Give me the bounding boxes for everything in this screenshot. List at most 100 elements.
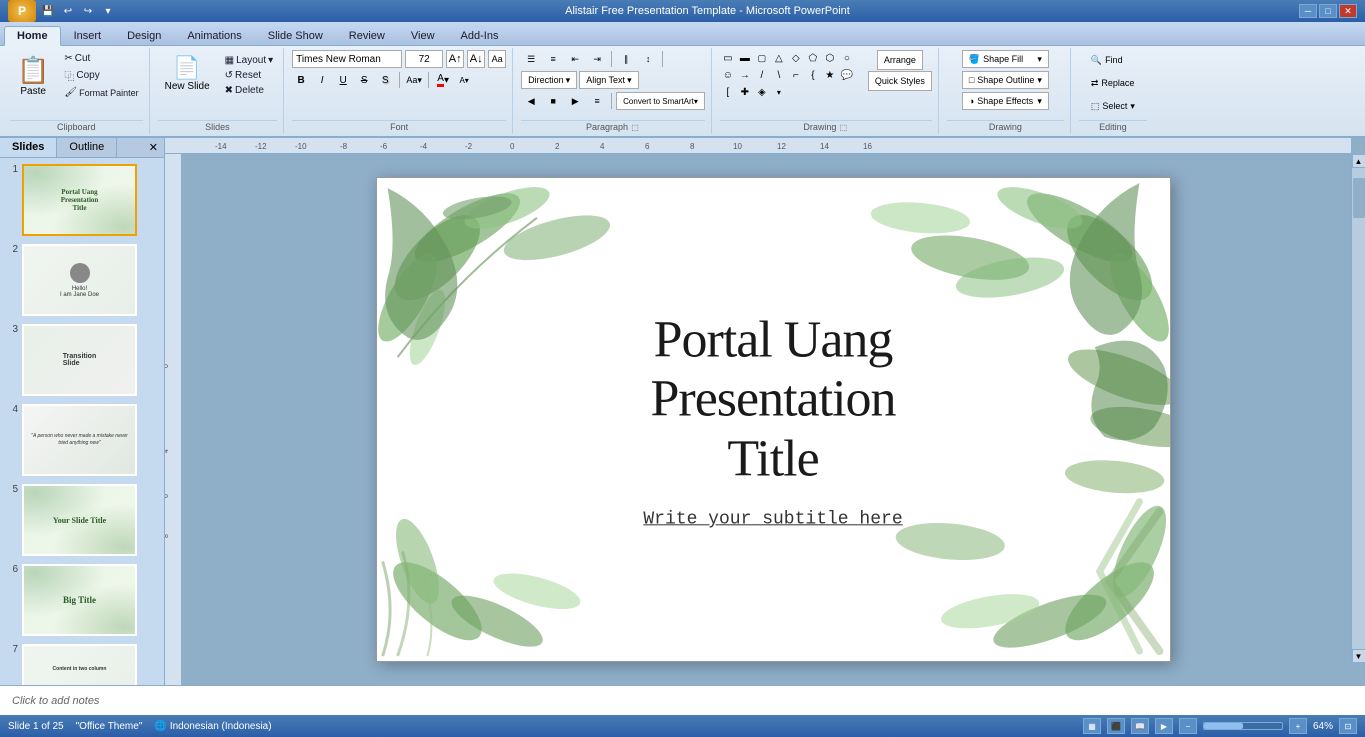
tab-view[interactable]: View xyxy=(398,26,448,45)
format-painter-button[interactable]: 🖌 Format Painter xyxy=(60,86,142,99)
scroll-down-button[interactable]: ▼ xyxy=(1352,649,1365,663)
shape-arrow[interactable]: → xyxy=(737,67,753,83)
qat-redo[interactable]: ↪ xyxy=(80,3,96,19)
arrange-button[interactable]: Arrange xyxy=(877,50,923,70)
shape-line2[interactable]: \ xyxy=(771,67,787,83)
slide-preview[interactable]: TransitionSlide xyxy=(22,324,137,396)
shape-diamond[interactable]: ◇ xyxy=(788,50,804,66)
qat-save[interactable]: 💾 xyxy=(40,3,56,19)
shape-outline-button[interactable]: □ Shape Outline ▾ xyxy=(962,71,1049,89)
cut-button[interactable]: ✂ Cut xyxy=(60,52,142,65)
line-spacing-button[interactable]: ↕ xyxy=(638,50,658,68)
delete-button[interactable]: ✖ Delete xyxy=(221,84,278,97)
strikethrough-button[interactable]: S xyxy=(355,71,373,89)
scroll-thumb[interactable] xyxy=(1353,178,1365,218)
shadow-button[interactable]: S xyxy=(376,71,394,89)
sidebar-close-button[interactable]: ✕ xyxy=(143,138,164,157)
bold-button[interactable]: B xyxy=(292,71,310,89)
slide-content[interactable]: Portal UangPresentationTitle Write your … xyxy=(643,310,902,529)
fit-window-button[interactable]: ⊡ xyxy=(1339,718,1357,734)
paragraph-expand-icon[interactable]: ⬚ xyxy=(630,122,640,132)
tab-home[interactable]: Home xyxy=(4,26,61,46)
new-slide-button[interactable]: 📄 New Slide xyxy=(158,50,217,97)
tab-insert[interactable]: Insert xyxy=(61,26,115,45)
center-button[interactable]: ■ xyxy=(543,92,563,110)
list-item[interactable]: 4 "A person who never made a mistake nev… xyxy=(4,402,160,478)
font-name-input[interactable] xyxy=(292,50,402,68)
sidebar-tab-outline[interactable]: Outline xyxy=(57,138,117,157)
qat-dropdown[interactable]: ▾ xyxy=(100,3,116,19)
quick-styles-button[interactable]: Quick Styles xyxy=(868,71,932,91)
minimize-btn[interactable]: ─ xyxy=(1299,4,1317,18)
convert-smartart-button[interactable]: Convert to SmartArt ▾ xyxy=(616,92,705,110)
qat-undo[interactable]: ↩ xyxy=(60,3,76,19)
shape-bend[interactable]: ⌐ xyxy=(788,67,804,83)
list-item[interactable]: 3 TransitionSlide xyxy=(4,322,160,398)
shape-more[interactable]: ▾ xyxy=(771,84,787,100)
notes-area[interactable]: Click to add notes xyxy=(0,685,1365,715)
shape-circle[interactable]: ○ xyxy=(839,50,855,66)
slide-main-title[interactable]: Portal UangPresentationTitle xyxy=(643,310,902,489)
underline-button[interactable]: U xyxy=(334,71,352,89)
zoom-out-button[interactable]: − xyxy=(1179,718,1197,734)
align-left-button[interactable]: ◀ xyxy=(521,92,541,110)
shape-fill-button[interactable]: 🪣 Shape Fill ▾ xyxy=(962,50,1049,68)
columns-button[interactable]: ∥ xyxy=(616,50,636,68)
slide-preview[interactable]: Your Slide Title xyxy=(22,484,137,556)
slide-preview[interactable]: "A person who never made a mistake never… xyxy=(22,404,137,476)
list-item[interactable]: 5 Your Slide Title xyxy=(4,482,160,558)
decrease-font-button[interactable]: A↓ xyxy=(467,50,485,68)
shape-bracket[interactable]: [ xyxy=(720,84,736,100)
copy-button[interactable]: ⿻ Copy xyxy=(60,67,142,84)
shape-callout[interactable]: 💬 xyxy=(839,67,855,83)
shape-effects-button[interactable]: ◑ Shape Effects ▾ xyxy=(962,92,1049,110)
tab-slideshow[interactable]: Slide Show xyxy=(255,26,336,45)
text-direction-button[interactable]: Direction ▾ xyxy=(521,71,577,89)
select-button[interactable]: ⬚ Select ▾ xyxy=(1086,96,1140,116)
tab-review[interactable]: Review xyxy=(336,26,398,45)
shape-rect[interactable]: ▭ xyxy=(720,50,736,66)
italic-button[interactable]: I xyxy=(313,71,331,89)
font-color-button[interactable]: A▾ xyxy=(434,71,452,89)
find-button[interactable]: 🔍 Find xyxy=(1086,50,1128,70)
slide-preview[interactable]: Big Title xyxy=(22,564,137,636)
shape-hexagon[interactable]: ⬡ xyxy=(822,50,838,66)
change-case-button[interactable]: Aa▾ xyxy=(405,71,423,89)
drawing-expand-icon[interactable]: ⬚ xyxy=(838,122,848,132)
layout-button[interactable]: ▦ Layout ▾ xyxy=(221,54,278,67)
decrease-indent-button[interactable]: ⇤ xyxy=(565,50,585,68)
scroll-track[interactable] xyxy=(1352,168,1365,649)
align-text-button[interactable]: Align Text ▾ xyxy=(579,71,638,89)
tab-animations[interactable]: Animations xyxy=(174,26,254,45)
list-item[interactable]: 6 Big Title xyxy=(4,562,160,638)
reset-button[interactable]: ↺ Reset xyxy=(221,69,278,82)
normal-view-button[interactable]: ▦ xyxy=(1083,718,1101,734)
increase-font-button[interactable]: A↑ xyxy=(446,50,464,68)
replace-button[interactable]: ⇄ Replace xyxy=(1086,73,1140,93)
restore-btn[interactable]: □ xyxy=(1319,4,1337,18)
list-item[interactable]: 1 Portal UangPresentationTitle xyxy=(4,162,160,238)
close-btn[interactable]: ✕ xyxy=(1339,4,1357,18)
slide-preview[interactable]: Content in two column xyxy=(22,644,137,685)
shape-rounded-rect[interactable]: ▢ xyxy=(754,50,770,66)
slide-sorter-button[interactable]: ⬛ xyxy=(1107,718,1125,734)
shape-rect2[interactable]: ▬ xyxy=(737,50,753,66)
increase-indent-button[interactable]: ⇥ xyxy=(587,50,607,68)
slide-preview[interactable]: Portal UangPresentationTitle xyxy=(22,164,137,236)
shape-custom1[interactable]: ◈ xyxy=(754,84,770,100)
slideshow-button[interactable]: ▶ xyxy=(1155,718,1173,734)
numbering-button[interactable]: ≡ xyxy=(543,50,563,68)
shape-triangle[interactable]: △ xyxy=(771,50,787,66)
justify-button[interactable]: ≡ xyxy=(587,92,607,110)
reading-view-button[interactable]: 📖 xyxy=(1131,718,1149,734)
paste-button[interactable]: 📋 Paste xyxy=(10,50,56,102)
bullets-button[interactable]: ☰ xyxy=(521,50,541,68)
zoom-in-button[interactable]: + xyxy=(1289,718,1307,734)
shape-line1[interactable]: / xyxy=(754,67,770,83)
office-logo[interactable]: P xyxy=(8,0,36,22)
tab-design[interactable]: Design xyxy=(114,26,174,45)
clear-format-button[interactable]: Aa xyxy=(488,50,506,68)
list-item[interactable]: 2 Hello! I am Jane Doe xyxy=(4,242,160,318)
slide-canvas[interactable]: Portal UangPresentationTitle Write your … xyxy=(376,177,1171,662)
shape-pentagon[interactable]: ⬠ xyxy=(805,50,821,66)
